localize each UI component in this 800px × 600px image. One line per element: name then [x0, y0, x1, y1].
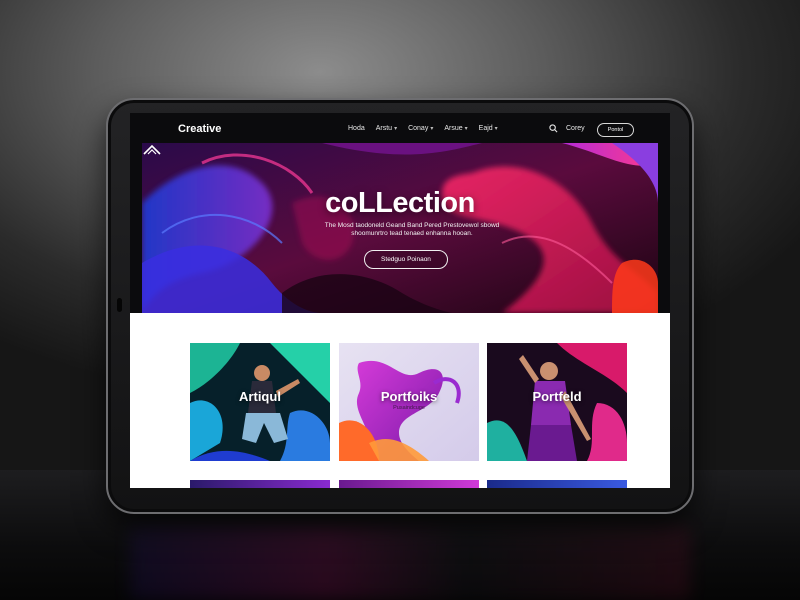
card-subtitle: Pusaindcuge — [393, 405, 425, 411]
nav-link-label: Arsue — [444, 125, 463, 132]
chevron-down-icon: ▾ — [494, 126, 498, 132]
chevron-up-icon[interactable] — [142, 143, 162, 155]
chevron-down-icon: ▾ — [464, 126, 468, 132]
hero-banner: coLLection The Mosd taodoneld Geand Band… — [142, 143, 658, 313]
site-logo[interactable]: Creative — [178, 123, 221, 135]
nav-link-2[interactable]: Arstu ▾ — [376, 125, 397, 132]
hero-title: coLLection — [325, 187, 475, 219]
tablet-reflection — [130, 525, 690, 600]
nav-link-1[interactable]: Hoda — [348, 125, 365, 132]
search-icon[interactable] — [549, 124, 558, 133]
gallery-card-portfeld[interactable]: Portfeld — [487, 343, 627, 461]
nav-contact-link[interactable]: Corey — [566, 125, 585, 132]
gallery-card-portfoiks[interactable]: Portfoiks Pusaindcuge — [339, 343, 479, 461]
nav-link-3[interactable]: Conay ▾ — [408, 125, 433, 132]
nav-link-label: Conay — [408, 125, 429, 132]
hero-cta-button[interactable]: Stedguo Poinaon — [364, 250, 448, 269]
hero-subtitle: The Mosd taodoneld Geand Band Pered Pres… — [324, 222, 500, 237]
nav-links: Hoda Arstu ▾ Conay ▾ Arsue ▾ Eajd ▾ — [348, 125, 498, 132]
gallery-card-next-2[interactable] — [339, 480, 479, 488]
gallery-card-next-3[interactable] — [487, 480, 627, 488]
nav-link-label: Eajd — [478, 125, 493, 132]
nav-link-4[interactable]: Arsue ▾ — [444, 125, 467, 132]
nav-cta-button[interactable]: Pontol — [597, 123, 634, 137]
gallery-card-next-1[interactable] — [190, 480, 330, 488]
nav-link-label: Hoda — [348, 125, 365, 132]
gallery-card-artiqul[interactable]: Artiqul — [190, 343, 330, 461]
top-navigation: Creative Hoda Arstu ▾ Conay ▾ Arsue ▾ Eajd ▾… — [130, 113, 670, 143]
camera-icon — [117, 298, 122, 312]
nav-link-label: Arstu — [375, 125, 393, 132]
chevron-down-icon: ▾ — [430, 126, 434, 132]
chevron-down-icon: ▾ — [394, 126, 398, 132]
tablet-screen: Creative Hoda Arstu ▾ Conay ▾ Arsue ▾ Eajd ▾… — [130, 113, 670, 488]
card-title: Portfoiks — [380, 389, 438, 404]
card-title: Artiqul — [239, 389, 281, 404]
nav-link-5[interactable]: Eajd ▾ — [479, 125, 498, 132]
card-title: Portfeld — [532, 389, 582, 404]
portfolio-gallery: Artiqul Portfoiks Pusaindcuge Portfeld — [130, 313, 670, 488]
